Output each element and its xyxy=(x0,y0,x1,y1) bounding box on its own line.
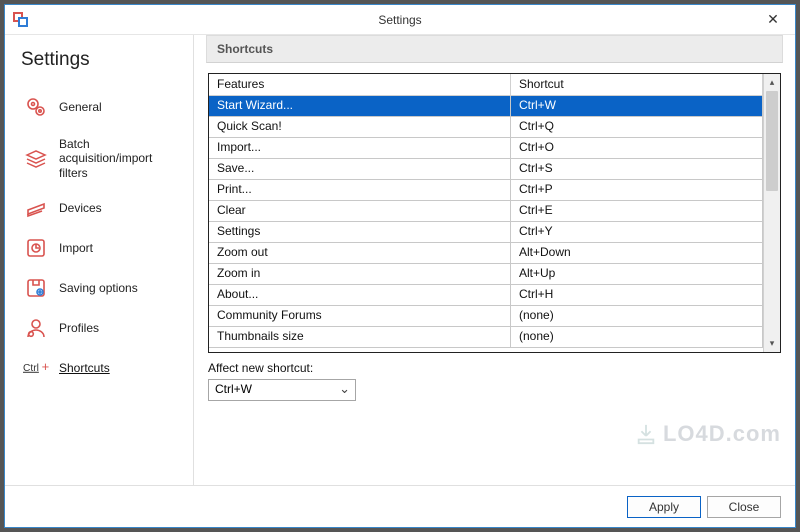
window-body: Settings General Batch acquisition/impor… xyxy=(5,35,795,485)
sidebar-item-label: General xyxy=(59,100,102,114)
scrollbar[interactable]: ▴ ▾ xyxy=(763,74,780,352)
cell-shortcut: (none) xyxy=(511,306,763,326)
cell-feature: Save... xyxy=(209,159,511,179)
cell-shortcut: Ctrl+P xyxy=(511,180,763,200)
cell-feature: About... xyxy=(209,285,511,305)
settings-window: Settings ✕ Settings General Batch acquis… xyxy=(4,4,796,528)
app-frame: Settings ✕ Settings General Batch acquis… xyxy=(0,0,800,532)
main-panel: Shortcuts Features Shortcut Start Wizard… xyxy=(193,35,795,485)
app-icon xyxy=(13,12,29,28)
cell-feature: Print... xyxy=(209,180,511,200)
apply-button[interactable]: Apply xyxy=(627,496,701,518)
table-row[interactable]: Import...Ctrl+O xyxy=(209,138,763,159)
table-row[interactable]: Print...Ctrl+P xyxy=(209,180,763,201)
cell-shortcut: Ctrl+S xyxy=(511,159,763,179)
table-row[interactable]: Community Forums(none) xyxy=(209,306,763,327)
ctrl-icon: Ctrl+ xyxy=(23,356,49,380)
shortcuts-table: Features Shortcut Start Wizard...Ctrl+WQ… xyxy=(208,73,781,353)
sidebar-item-label: Profiles xyxy=(59,321,99,335)
cell-shortcut: Ctrl+Y xyxy=(511,222,763,242)
table-row[interactable]: Thumbnails size(none) xyxy=(209,327,763,348)
sidebar-item-batch[interactable]: Batch acquisition/import filters xyxy=(19,131,187,186)
cell-shortcut: Alt+Down xyxy=(511,243,763,263)
cell-feature: Clear xyxy=(209,201,511,221)
sidebar-item-saving-options[interactable]: Saving options xyxy=(19,270,187,306)
svg-text:+: + xyxy=(42,359,49,374)
cell-shortcut: (none) xyxy=(511,327,763,347)
table-row[interactable]: Start Wizard...Ctrl+W xyxy=(209,96,763,117)
window-title: Settings xyxy=(378,13,421,27)
table-row[interactable]: About...Ctrl+H xyxy=(209,285,763,306)
close-dialog-button[interactable]: Close xyxy=(707,496,781,518)
table-header: Features Shortcut xyxy=(209,74,763,96)
table-row[interactable]: Zoom outAlt+Down xyxy=(209,243,763,264)
sidebar-item-label: Shortcuts xyxy=(59,361,110,375)
cell-feature: Quick Scan! xyxy=(209,117,511,137)
sidebar-item-devices[interactable]: Devices xyxy=(19,190,187,226)
import-icon xyxy=(23,236,49,260)
cell-feature: Thumbnails size xyxy=(209,327,511,347)
sidebar-item-label: Import xyxy=(59,241,93,255)
table-row[interactable]: Save...Ctrl+S xyxy=(209,159,763,180)
affect-shortcut-select[interactable]: Ctrl+W xyxy=(208,379,356,401)
cell-feature: Zoom out xyxy=(209,243,511,263)
panel-heading: Shortcuts xyxy=(206,35,783,63)
settings-sidebar: Settings General Batch acquisition/impor… xyxy=(5,35,193,485)
cell-feature: Start Wizard... xyxy=(209,96,511,116)
dialog-footer: Apply Close xyxy=(5,485,795,527)
scanner-icon xyxy=(23,196,49,220)
col-features[interactable]: Features xyxy=(209,74,511,95)
table-row[interactable]: ClearCtrl+E xyxy=(209,201,763,222)
cell-feature: Zoom in xyxy=(209,264,511,284)
cell-shortcut: Alt+Up xyxy=(511,264,763,284)
sidebar-item-profiles[interactable]: Profiles xyxy=(19,310,187,346)
sidebar-item-label: Saving options xyxy=(59,281,138,295)
scroll-up-icon[interactable]: ▴ xyxy=(764,74,780,91)
table-row[interactable]: SettingsCtrl+Y xyxy=(209,222,763,243)
gear-icon xyxy=(23,95,49,119)
sidebar-item-label: Devices xyxy=(59,201,102,215)
stack-icon xyxy=(23,147,49,171)
sidebar-item-label: Batch acquisition/import filters xyxy=(59,137,183,180)
affect-label: Affect new shortcut: xyxy=(208,361,781,375)
sidebar-item-general[interactable]: General xyxy=(19,89,187,125)
scroll-down-icon[interactable]: ▾ xyxy=(764,335,780,352)
table-row[interactable]: Zoom inAlt+Up xyxy=(209,264,763,285)
save-icon xyxy=(23,276,49,300)
cell-shortcut: Ctrl+E xyxy=(511,201,763,221)
profile-icon xyxy=(23,316,49,340)
cell-feature: Import... xyxy=(209,138,511,158)
sidebar-heading: Settings xyxy=(21,49,187,71)
svg-text:Ctrl: Ctrl xyxy=(23,363,39,374)
sidebar-item-import[interactable]: Import xyxy=(19,230,187,266)
cell-feature: Community Forums xyxy=(209,306,511,326)
cell-shortcut: Ctrl+O xyxy=(511,138,763,158)
sidebar-item-shortcuts[interactable]: Ctrl+ Shortcuts xyxy=(19,350,187,386)
cell-shortcut: Ctrl+Q xyxy=(511,117,763,137)
titlebar: Settings ✕ xyxy=(5,5,795,35)
cell-shortcut: Ctrl+H xyxy=(511,285,763,305)
scroll-thumb[interactable] xyxy=(766,91,778,191)
table-row[interactable]: Quick Scan!Ctrl+Q xyxy=(209,117,763,138)
close-button[interactable]: ✕ xyxy=(751,5,795,34)
cell-shortcut: Ctrl+W xyxy=(511,96,763,116)
cell-feature: Settings xyxy=(209,222,511,242)
table-rows: Start Wizard...Ctrl+WQuick Scan!Ctrl+QIm… xyxy=(209,96,763,348)
col-shortcut[interactable]: Shortcut xyxy=(511,74,763,95)
